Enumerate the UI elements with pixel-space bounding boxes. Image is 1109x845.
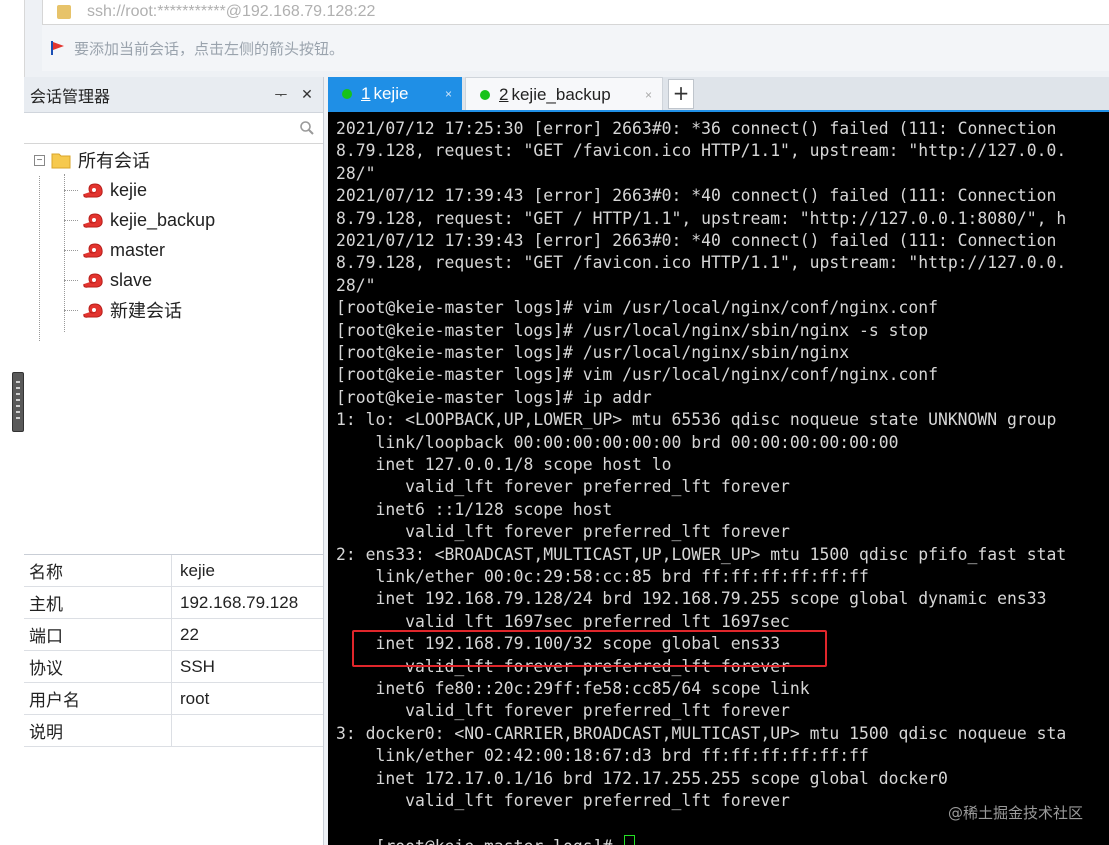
close-icon[interactable]: ✕ xyxy=(297,87,317,103)
session-search-input[interactable] xyxy=(24,113,323,144)
add-session-arrow-icon[interactable] xyxy=(50,40,66,56)
property-key: 协议 xyxy=(24,651,172,682)
watermark: @稀土掘金技术社区 xyxy=(947,804,1083,822)
session-icon xyxy=(83,303,103,318)
terminal-line: link/ether 00:0c:29:58:cc:85 brd ff:ff:f… xyxy=(336,567,869,586)
tab-label: kejie_backup xyxy=(511,84,611,104)
session-item-label: kejie xyxy=(110,179,148,200)
session-hint-bar: 要添加当前会话，点击左侧的箭头按钮。 xyxy=(42,25,1109,71)
tree-root-all-sessions[interactable]: − 所有会话 xyxy=(34,147,150,173)
terminal-line: 8.79.128, request: "GET / HTTP/1.1", ups… xyxy=(336,208,1067,228)
terminal-line: inet 127.0.0.1/8 scope host lo xyxy=(336,455,672,474)
highlight-annotation-box xyxy=(352,630,827,667)
terminal-line: link/loopback 00:00:00:00:00:00 brd 00:0… xyxy=(336,432,899,452)
session-icon xyxy=(83,243,103,258)
session-item[interactable]: slave xyxy=(82,267,152,293)
connected-status-dot xyxy=(480,89,490,100)
terminal-line: [root@keie-master logs]# ip addr xyxy=(336,387,652,407)
terminal-view[interactable]: 2021/07/12 17:25:30 [error] 2663#0: *36 … xyxy=(328,112,1109,845)
session-icon xyxy=(83,213,103,228)
left-edge-strip xyxy=(0,0,25,845)
terminal-line: [root@keie-master logs]# vim /usr/local/… xyxy=(336,365,938,385)
property-value: SSH xyxy=(180,656,215,676)
session-item[interactable]: master xyxy=(82,237,165,263)
tab-close-icon[interactable]: × xyxy=(445,87,452,101)
session-item[interactable]: kejie xyxy=(82,177,147,203)
tab-close-icon[interactable]: × xyxy=(645,88,652,102)
terminal-prompt-line[interactable]: [root@keie-master logs]# xyxy=(336,812,636,845)
terminal-line: inet6 ::1/128 scope host xyxy=(336,499,613,519)
terminal-line: link/ether 02:42:00:18:67:d3 brd ff:ff:f… xyxy=(336,746,869,766)
terminal-line: valid_lft forever preferred_lft forever xyxy=(336,701,790,721)
folder-icon xyxy=(51,153,71,169)
property-row: 端口 22 xyxy=(24,619,323,651)
session-manager-panel: 会话管理器 ᅮ ✕ − 所有会话 kejie kejie_backup mast… xyxy=(24,77,324,845)
session-item-label: master xyxy=(110,239,166,260)
terminal-line: inet6 fe80::20c:29ff:fe58:cc85/64 scope … xyxy=(336,679,810,698)
terminal-line: 2021/07/12 17:39:43 [error] 2663#0: *40 … xyxy=(336,231,1057,250)
tab-number: 1 xyxy=(361,83,371,103)
tree-root-label: 所有会话 xyxy=(78,151,150,171)
property-value: root xyxy=(180,688,210,708)
session-properties-table: 名称 kejie 主机 192.168.79.128 端口 22 协议 SSH … xyxy=(24,554,323,747)
property-value: 22 xyxy=(180,624,199,644)
tab-kejie-backup[interactable]: 2 kejie_backup × xyxy=(465,77,663,112)
tab-number: 2 xyxy=(499,84,509,104)
terminal-line: 1: lo: <LOOPBACK,UP,LOWER_UP> mtu 65536 … xyxy=(336,410,1057,430)
property-value: kejie xyxy=(180,560,215,580)
terminal-line: 28/" xyxy=(336,163,376,183)
terminal-line: 2021/07/12 17:25:30 [error] 2663#0: *36 … xyxy=(336,119,1057,138)
session-manager-title: 会话管理器 xyxy=(30,86,111,106)
address-text: ssh://root:***********@192.168.79.128:22 xyxy=(87,3,376,20)
terminal-line: 28/" xyxy=(336,275,376,295)
property-value: 192.168.79.128 xyxy=(180,592,299,612)
terminal-line: [root@keie-master logs]# vim /usr/local/… xyxy=(336,298,938,318)
terminal-line: 2: ens33: <BROADCAST,MULTICAST,UP,LOWER_… xyxy=(336,544,1067,564)
terminal-line: valid_lft forever preferred_lft forever xyxy=(336,791,790,810)
terminal-cursor xyxy=(624,834,636,845)
hint-text: 要添加当前会话，点击左侧的箭头按钮。 xyxy=(74,39,345,58)
session-item[interactable]: kejie_backup xyxy=(82,207,215,233)
session-tab-bar: 1 kejie × 2 kejie_backup × + xyxy=(328,77,1109,112)
add-tab-button[interactable]: + xyxy=(668,79,694,109)
terminal-line: 8.79.128, request: "GET /favicon.ico HTT… xyxy=(336,141,1067,161)
session-manager-header: 会话管理器 ᅮ ✕ xyxy=(24,77,323,113)
property-key: 用户名 xyxy=(24,683,172,714)
connected-status-dot xyxy=(342,88,352,99)
session-tree: − 所有会话 kejie kejie_backup master slave 新… xyxy=(24,144,323,547)
search-icon[interactable] xyxy=(299,120,315,136)
tab-kejie[interactable]: 1 kejie × xyxy=(328,77,462,110)
tab-label: kejie xyxy=(373,83,409,103)
session-item-label: 新建会话 xyxy=(110,301,182,321)
lock-icon xyxy=(57,5,71,19)
session-item-label: slave xyxy=(110,269,153,290)
terminal-line: [root@keie-master logs]# /usr/local/ngin… xyxy=(336,343,850,362)
session-icon xyxy=(83,183,103,198)
property-row: 名称 kejie xyxy=(24,555,323,587)
terminal-line: inet 172.17.0.1/16 brd 172.17.255.255 sc… xyxy=(336,768,948,788)
panel-resize-handle[interactable] xyxy=(12,372,24,432)
address-bar[interactable]: ssh://root:***********@192.168.79.128:22 xyxy=(42,0,1109,25)
terminal-prompt: [root@keie-master logs]# xyxy=(375,837,622,845)
property-row: 说明 xyxy=(24,715,323,747)
property-key: 端口 xyxy=(24,619,172,650)
property-row: 协议 SSH xyxy=(24,651,323,683)
terminal-line: 2021/07/12 17:39:43 [error] 2663#0: *40 … xyxy=(336,186,1057,206)
terminal-line: inet 192.168.79.128/24 brd 192.168.79.25… xyxy=(336,589,1047,609)
session-icon xyxy=(83,273,103,288)
property-key: 说明 xyxy=(24,715,172,746)
terminal-line: 8.79.128, request: "GET /favicon.ico HTT… xyxy=(336,253,1067,273)
property-key: 主机 xyxy=(24,587,172,618)
session-item[interactable]: 新建会话 xyxy=(82,297,182,323)
terminal-line: valid_lft forever preferred_lft forever xyxy=(336,522,790,542)
collapse-icon[interactable]: − xyxy=(34,154,45,166)
property-key: 名称 xyxy=(24,555,172,586)
property-row: 主机 192.168.79.128 xyxy=(24,587,323,619)
session-item-label: kejie_backup xyxy=(110,209,216,230)
terminal-line: 3: docker0: <NO-CARRIER,BROADCAST,MULTIC… xyxy=(336,723,1067,743)
property-row: 用户名 root xyxy=(24,683,323,715)
pin-icon[interactable]: ᅮ xyxy=(271,85,291,105)
terminal-line: [root@keie-master logs]# /usr/local/ngin… xyxy=(336,320,929,340)
terminal-line: valid_lft forever preferred_lft forever xyxy=(336,477,790,497)
